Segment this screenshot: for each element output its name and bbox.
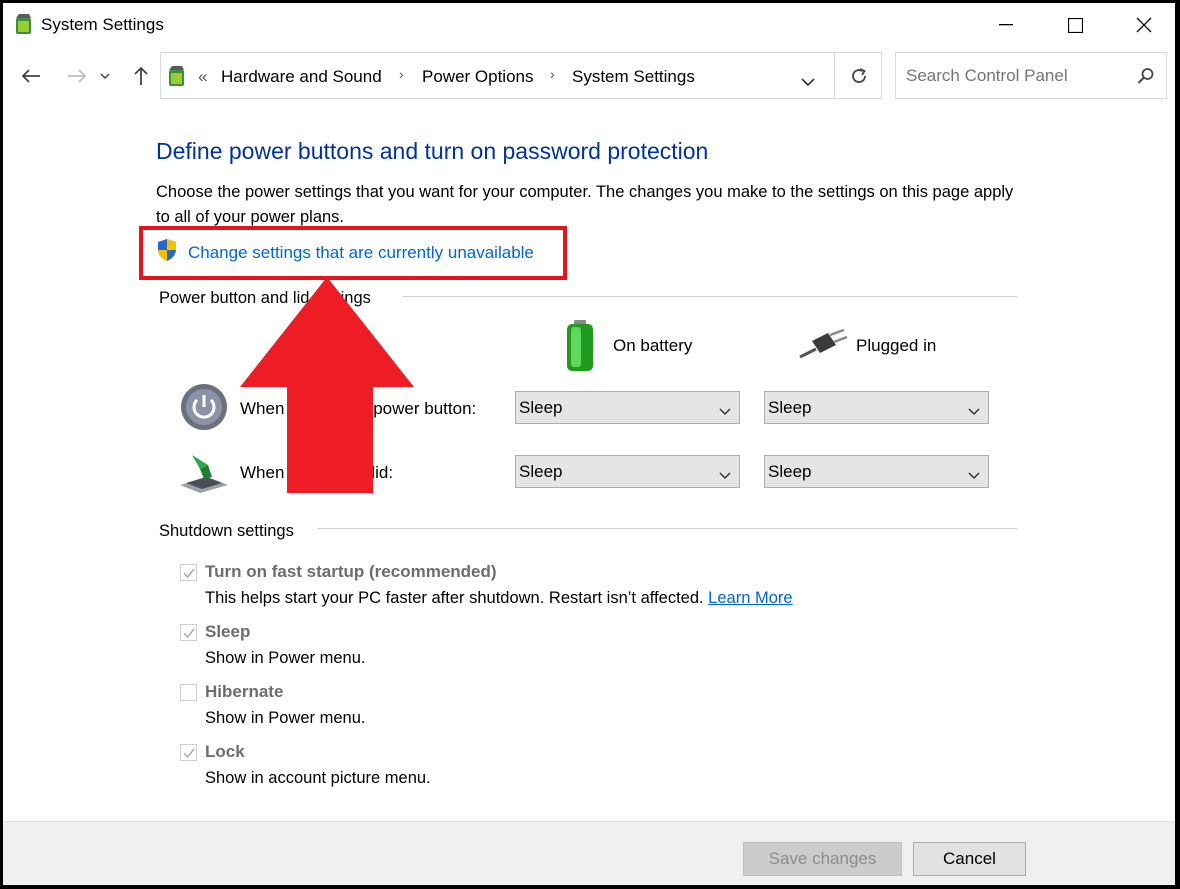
address-dropdown-chevron-icon[interactable] bbox=[801, 73, 815, 91]
shutdown-group-label: Shutdown settings bbox=[159, 522, 302, 541]
lid-plugged-select[interactable]: Sleep bbox=[764, 455, 989, 488]
plugged-in-header: Plugged in bbox=[856, 336, 937, 355]
save-changes-button[interactable]: Save changes bbox=[743, 842, 902, 876]
chevron-down-icon bbox=[719, 465, 731, 485]
lock-description: Show in account picture menu. bbox=[205, 769, 431, 787]
breadcrumb-hardware-and-sound[interactable]: Hardware and Sound bbox=[221, 67, 382, 87]
battery-icon bbox=[565, 320, 595, 372]
power-button-icon bbox=[180, 383, 228, 431]
select-value: Sleep bbox=[768, 462, 812, 481]
cancel-button[interactable]: Cancel bbox=[913, 842, 1026, 876]
chevron-down-icon bbox=[968, 401, 980, 421]
power-plug-icon bbox=[798, 328, 848, 359]
refresh-icon[interactable] bbox=[850, 67, 868, 90]
fast-startup-description: This helps start your PC faster after sh… bbox=[205, 589, 793, 608]
forward-button[interactable] bbox=[64, 61, 90, 91]
breadcrumb-separator-icon[interactable]: › bbox=[399, 66, 404, 82]
breadcrumb-separator-icon[interactable]: › bbox=[550, 66, 555, 82]
breadcrumb-overflow[interactable]: « bbox=[198, 67, 207, 87]
fast-startup-title: Turn on fast startup (recommended) bbox=[205, 562, 497, 581]
address-bar[interactable]: « Hardware and Sound › Power Options › S… bbox=[160, 52, 882, 99]
breadcrumb-power-options[interactable]: Power Options bbox=[422, 67, 534, 87]
red-arrow-icon bbox=[240, 277, 414, 493]
hibernate-checkbox[interactable] bbox=[180, 684, 197, 701]
select-value: Sleep bbox=[519, 398, 563, 417]
sleep-description: Show in Power menu. bbox=[205, 649, 366, 667]
learn-more-link[interactable]: Learn More bbox=[708, 589, 792, 607]
window-title: System Settings bbox=[41, 15, 164, 34]
hibernate-title: Hibernate bbox=[205, 682, 284, 701]
power-group-divider bbox=[403, 296, 1017, 297]
lock-title: Lock bbox=[205, 742, 245, 761]
page-heading: Define power buttons and turn on passwor… bbox=[156, 138, 709, 164]
chevron-down-icon bbox=[719, 401, 731, 421]
select-value: Sleep bbox=[768, 398, 812, 417]
minimize-button[interactable] bbox=[983, 3, 1029, 47]
sleep-title: Sleep bbox=[205, 622, 251, 641]
recent-locations-chevron-icon[interactable] bbox=[98, 61, 112, 91]
highlight-box bbox=[139, 226, 567, 280]
control-panel-icon bbox=[13, 12, 35, 36]
breadcrumb-system-settings[interactable]: System Settings bbox=[572, 67, 695, 87]
fast-startup-checkbox[interactable] bbox=[180, 564, 197, 581]
search-box[interactable] bbox=[895, 52, 1167, 99]
select-value: Sleep bbox=[519, 462, 563, 481]
fast-startup-desc-text: This helps start your PC faster after sh… bbox=[205, 589, 709, 607]
sleep-checkbox[interactable] bbox=[180, 624, 197, 641]
system-settings-window: System Settings « Hardware and Sound › P… bbox=[3, 3, 1175, 885]
chevron-down-icon bbox=[968, 465, 980, 485]
control-panel-icon bbox=[166, 64, 188, 88]
lid-battery-select[interactable]: Sleep bbox=[515, 455, 740, 488]
on-battery-header: On battery bbox=[613, 336, 693, 355]
lock-checkbox[interactable] bbox=[180, 744, 197, 761]
power-button-plugged-select[interactable]: Sleep bbox=[764, 391, 989, 424]
up-button[interactable] bbox=[128, 61, 154, 91]
power-button-battery-select[interactable]: Sleep bbox=[515, 391, 740, 424]
search-input[interactable] bbox=[904, 63, 1128, 89]
hibernate-description: Show in Power menu. bbox=[205, 709, 366, 727]
footer-bar: Save changes Cancel bbox=[3, 821, 1175, 885]
page-description: Choose the power settings that you want … bbox=[156, 183, 1014, 226]
laptop-lid-icon bbox=[178, 449, 230, 493]
shutdown-group-divider bbox=[317, 528, 1017, 529]
close-button[interactable] bbox=[1121, 3, 1167, 47]
address-divider bbox=[834, 53, 835, 98]
search-icon[interactable] bbox=[1137, 67, 1155, 90]
back-button[interactable] bbox=[18, 61, 44, 91]
maximize-button[interactable] bbox=[1052, 3, 1098, 47]
